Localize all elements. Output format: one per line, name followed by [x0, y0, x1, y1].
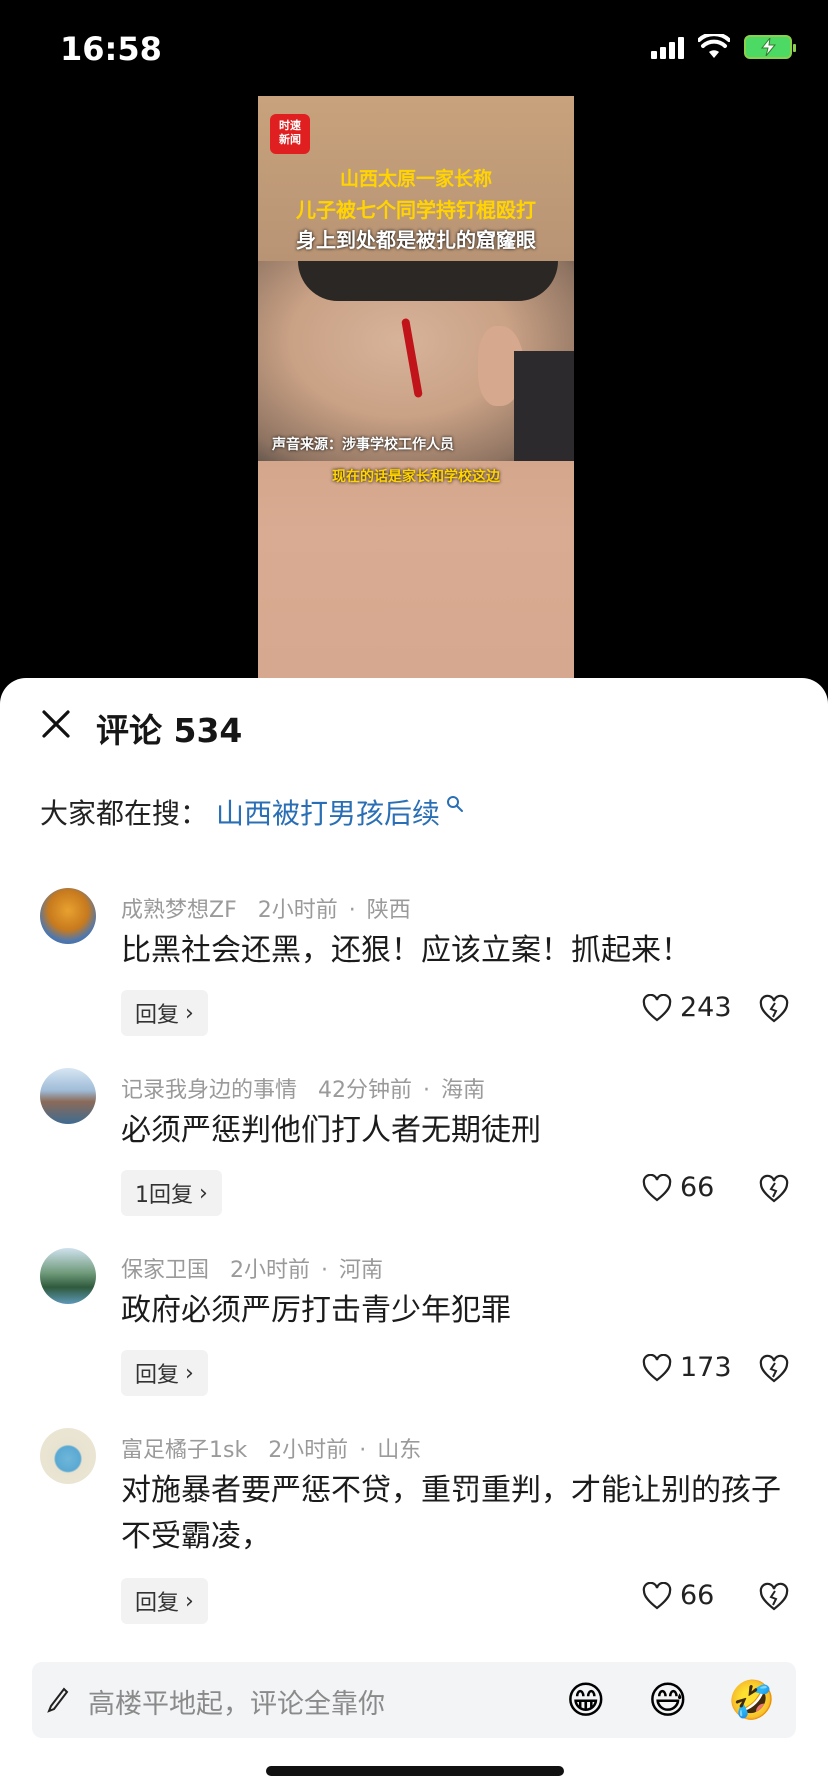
- like-count: 66: [680, 1580, 715, 1611]
- broken-heart-icon[interactable]: [758, 1354, 790, 1384]
- video-caption-line-2: 儿子被七个同学持钉棍殴打: [296, 198, 536, 222]
- meta-separator: ·: [423, 1078, 430, 1103]
- like-count: 173: [680, 1352, 732, 1383]
- home-indicator[interactable]: [266, 1766, 564, 1776]
- close-icon[interactable]: [40, 708, 72, 740]
- comment-location: 河南: [339, 1258, 384, 1283]
- like-button[interactable]: 66: [642, 1580, 714, 1611]
- heart-icon: [642, 993, 672, 1021]
- comment-time: 2小时前: [257, 898, 338, 923]
- reply-label: 回复: [135, 1363, 180, 1388]
- chevron-right-icon: ›: [185, 1588, 194, 1614]
- comment-text: 比黑社会还黑，还狠！应该立案！抓起来！: [121, 933, 691, 968]
- meta-separator: ·: [359, 1438, 367, 1463]
- pen-icon: [47, 1687, 69, 1713]
- reply-button[interactable]: 回复 ›: [121, 990, 208, 1036]
- video-caption-line-1: 山西太原一家长称: [339, 168, 492, 190]
- status-time: 16:58: [60, 30, 162, 68]
- sweat-smile-emoji-icon[interactable]: 😅: [648, 1676, 688, 1724]
- comment-time: 2小时前: [268, 1438, 349, 1463]
- reply-button[interactable]: 1回复 ›: [121, 1170, 222, 1216]
- reply-label: 回复: [135, 1591, 180, 1616]
- comment-meta: 富足橘子1sk 2小时前 · 山东: [121, 1432, 421, 1464]
- comment-text: 政府必须严厉打击青少年犯罪: [121, 1293, 511, 1328]
- comments-title: 评论 534: [96, 711, 243, 750]
- news-logo: 时速 新闻: [270, 114, 310, 154]
- video-player[interactable]: 时速 新闻 山西太原一家长称 儿子被七个同学持钉棍殴打 身上到处都是被扎的窟窿眼…: [258, 96, 574, 678]
- comment-username[interactable]: 记录我身边的事情: [121, 1078, 297, 1103]
- wifi-icon: [698, 34, 730, 58]
- video-frame-detail: [298, 261, 558, 301]
- like-count: 243: [680, 992, 732, 1023]
- comment-time: 2小时前: [230, 1258, 310, 1283]
- reply-button[interactable]: 回复 ›: [121, 1578, 208, 1624]
- battery-charging-icon: [744, 35, 796, 59]
- comment-input-placeholder[interactable]: 高楼平地起，评论全靠你: [88, 1682, 385, 1721]
- comment-location: 山东: [377, 1438, 422, 1463]
- comment-username[interactable]: 成熟梦想ZF: [121, 898, 237, 923]
- reply-label: 1回复: [135, 1183, 193, 1208]
- comment-meta: 保家卫国 2小时前 · 河南: [121, 1252, 383, 1284]
- avatar[interactable]: [40, 1428, 96, 1484]
- comment-location: 陕西: [366, 898, 411, 923]
- trending-search-label: 大家都在搜：: [40, 797, 209, 830]
- screen: 16:58 时速 新闻 山西太原一家长称 儿子被七个同学持钉棍殴打 身上到处都是…: [0, 0, 828, 1792]
- broken-heart-icon[interactable]: [758, 1582, 790, 1612]
- status-icons: [651, 34, 796, 60]
- chevron-right-icon: ›: [185, 1000, 194, 1026]
- signal-icon: [651, 35, 684, 59]
- search-icon[interactable]: [446, 795, 464, 813]
- comment-meta: 成熟梦想ZF 2小时前 · 陕西: [121, 892, 411, 924]
- reply-label: 回复: [135, 1003, 180, 1028]
- heart-icon: [642, 1173, 672, 1201]
- comment-text: 必须严惩判他们打人者无期徒刑: [121, 1113, 541, 1148]
- trending-search: 大家都在搜： 山西被打男孩后续: [40, 792, 464, 832]
- video-subtitle: 现在的话是家长和学校这边: [332, 469, 500, 485]
- comment-meta: 记录我身边的事情 42分钟前 · 海南: [121, 1072, 485, 1104]
- sound-source-label: 声音来源：涉事学校工作人员: [272, 437, 454, 453]
- comment-username[interactable]: 保家卫国: [121, 1258, 209, 1283]
- comment-time: 42分钟前: [318, 1078, 412, 1103]
- chevron-right-icon: ›: [185, 1360, 194, 1386]
- broken-heart-icon[interactable]: [758, 1174, 790, 1204]
- chevron-right-icon: ›: [199, 1180, 208, 1206]
- broken-heart-icon[interactable]: [758, 994, 790, 1024]
- comment-text: 对施暴者要严惩不贷，重罚重判，才能让别的孩子不受霸凌，: [121, 1473, 781, 1554]
- comment-location: 海南: [441, 1078, 486, 1103]
- avatar[interactable]: [40, 1068, 96, 1124]
- comment-input-bar[interactable]: 高楼平地起，评论全靠你 😁 😅 🤣: [32, 1662, 796, 1738]
- grinning-emoji-icon[interactable]: 😁: [566, 1676, 606, 1724]
- reply-button[interactable]: 回复 ›: [121, 1350, 208, 1396]
- meta-separator: ·: [321, 1258, 328, 1283]
- avatar[interactable]: [40, 888, 96, 944]
- comments-sheet: 评论 534 大家都在搜： 山西被打男孩后续 成熟梦想ZF 2小时前 · 陕西 …: [0, 678, 828, 1792]
- like-button[interactable]: 66: [642, 1172, 714, 1203]
- video-frame-detail: [514, 351, 574, 461]
- avatar[interactable]: [40, 1248, 96, 1304]
- rofl-emoji-icon[interactable]: 🤣: [728, 1676, 775, 1724]
- video-caption-line-3: 身上到处都是被扎的窟窿眼: [296, 228, 536, 252]
- meta-separator: ·: [348, 898, 356, 923]
- like-button[interactable]: 173: [642, 1352, 732, 1383]
- like-count: 66: [680, 1172, 715, 1203]
- heart-icon: [642, 1353, 672, 1381]
- comment-username[interactable]: 富足橘子1sk: [121, 1438, 247, 1463]
- heart-icon: [642, 1581, 672, 1609]
- like-button[interactable]: 243: [642, 992, 732, 1023]
- trending-search-link[interactable]: 山西被打男孩后续: [216, 792, 440, 832]
